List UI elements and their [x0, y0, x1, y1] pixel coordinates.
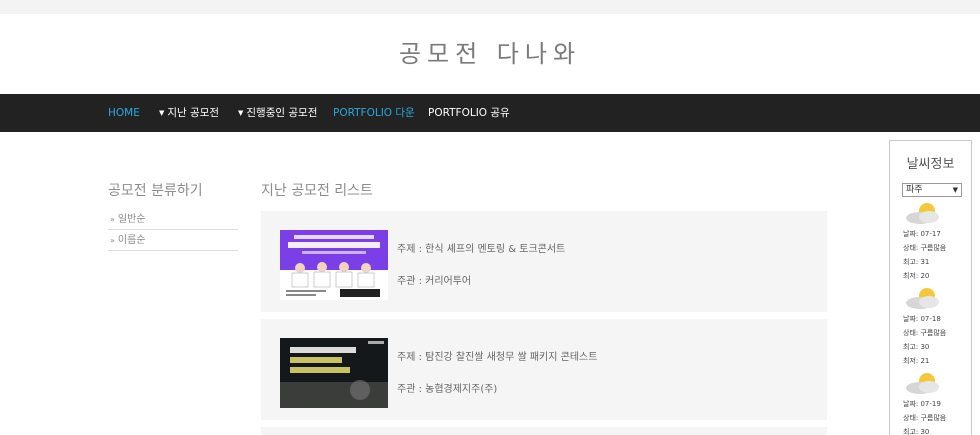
nav-ongoing-contests-label: 진행중인 공모전: [246, 107, 318, 119]
nav-past-contests-label: 지난 공모전: [167, 107, 220, 119]
top-strip: [0, 0, 980, 14]
partly-cloudy-icon: [906, 288, 939, 309]
nav-portfolio-share[interactable]: PORTFOLIO 공유: [428, 94, 510, 132]
weather-date: 날짜: 07-18: [903, 315, 941, 323]
main-navbar: HOME ▼ 지난 공모전 ▼ 진행중인 공모전 PORTFOLIO 다운 PORT…: [0, 94, 980, 132]
contest-list-heading: 지난 공모전 리스트: [261, 183, 373, 199]
contest-poster-image[interactable]: [280, 230, 388, 300]
nav-ongoing-contests[interactable]: ▼ 진행중인 공모전: [238, 94, 317, 132]
nav-portfolio-download[interactable]: PORTFOLIO 다운: [333, 94, 415, 132]
caret-down-icon: ▼: [159, 109, 165, 117]
weather-status: 상태: 구름많음: [903, 414, 947, 422]
location-select-value: 파주: [906, 185, 923, 195]
partly-cloudy-icon: [906, 373, 939, 394]
partly-cloudy-icon: [906, 203, 939, 224]
nav-home[interactable]: HOME: [108, 94, 140, 132]
sort-name-label: 이름순: [117, 235, 146, 246]
contest-card[interactable]: 주제 : 한식 셰프의 멘토링 & 토크콘서트 주관 : 커리어투어: [261, 211, 827, 312]
weather-high: 최고: 31: [903, 258, 930, 266]
weather-high: 최고: 30: [903, 343, 930, 351]
contest-poster-image[interactable]: [280, 338, 388, 408]
weather-date: 날짜: 07-17: [903, 230, 941, 238]
weather-date: 날짜: 07-19: [903, 400, 941, 408]
weather-low: 최저: 20: [903, 272, 930, 280]
weather-status: 상태: 구름많음: [903, 244, 947, 252]
weather-high: 최고: 30: [903, 428, 930, 435]
chevron-right-icon: »: [110, 215, 115, 224]
contest-host: 주관 : 농협경제지주(주): [397, 384, 498, 395]
contest-card[interactable]: 주제 : 탐진강 찰진쌀 새청무 쌀 패키지 콘테스트 주관 : 농협경제지주(…: [261, 319, 827, 420]
weather-low: 최저: 21: [903, 357, 930, 365]
nav-past-contests[interactable]: ▼ 지난 공모전: [159, 94, 219, 132]
sidebar-heading: 공모전 분류하기: [108, 183, 203, 199]
caret-down-icon: ▼: [238, 109, 244, 117]
nav-home-label: HOME: [108, 107, 140, 119]
sort-general-label: 일반순: [117, 214, 146, 225]
contest-card[interactable]: [261, 427, 827, 435]
weather-widget: 날씨정보 파주 ▼ 날짜: 07-17 상태: 구름많음 최고: 31 최저: 2…: [889, 140, 972, 435]
nav-portfolio-share-label: PORTFOLIO 공유: [428, 107, 510, 119]
sort-general-link[interactable]: » 일반순: [108, 210, 238, 230]
site-title: 공모전 다나와: [398, 40, 582, 68]
chevron-right-icon: »: [110, 236, 115, 245]
contest-topic: 주제 : 탐진강 찰진쌀 새청무 쌀 패키지 콘테스트: [397, 352, 598, 363]
location-select[interactable]: 파주 ▼: [902, 183, 962, 197]
weather-status: 상태: 구름많음: [903, 329, 947, 337]
contest-host: 주관 : 커리어투어: [397, 276, 472, 287]
sort-name-link[interactable]: » 이름순: [108, 231, 238, 251]
contest-topic: 주제 : 한식 셰프의 멘토링 & 토크콘서트: [397, 244, 566, 255]
dropdown-arrow-icon: ▼: [952, 186, 958, 194]
weather-title: 날씨정보: [906, 157, 955, 172]
nav-portfolio-download-label: PORTFOLIO 다운: [333, 107, 415, 119]
